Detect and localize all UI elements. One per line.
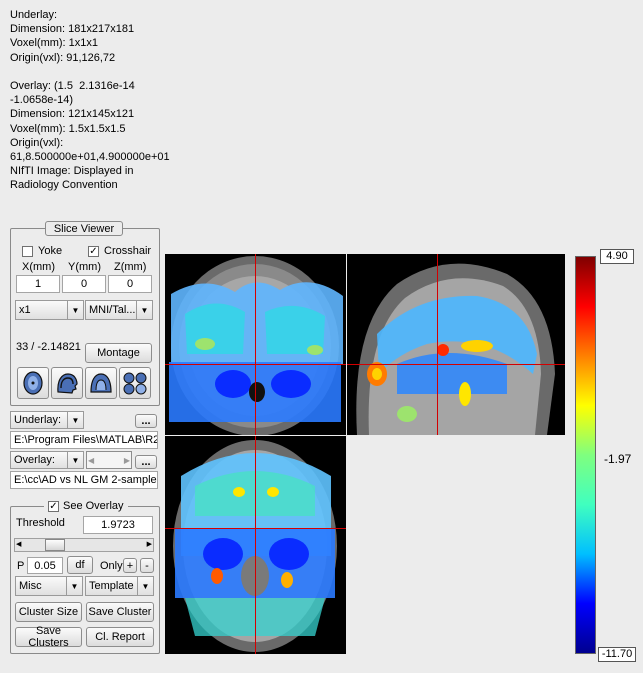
- sagittal-slice-view[interactable]: [347, 254, 565, 435]
- only-label: Only: [100, 560, 123, 572]
- x-mm-label: X(mm): [22, 261, 55, 273]
- chevron-down-icon: ▼: [67, 452, 83, 468]
- info-line: [10, 65, 170, 79]
- crosshair-label: Crosshair: [104, 245, 152, 257]
- chevron-right-icon[interactable]: ▶: [147, 540, 152, 548]
- sagittal-view-button[interactable]: [51, 367, 83, 399]
- info-line: Dimension: 121x145x121: [10, 108, 135, 121]
- template-value: Template: [89, 580, 134, 592]
- misc-dropdown[interactable]: Misc ▼: [15, 576, 83, 596]
- coronal-head-icon: [90, 373, 112, 393]
- underlay-dropdown[interactable]: Underlay: ▼: [10, 411, 84, 429]
- underlay-browse-button[interactable]: ...: [135, 414, 157, 428]
- chevron-down-icon: ▼: [67, 301, 83, 319]
- z-coordinate-input[interactable]: 0: [108, 275, 152, 293]
- p-label: P: [17, 560, 25, 572]
- coronal-view-button[interactable]: [85, 367, 117, 399]
- zoom-value: x1: [19, 304, 31, 316]
- y-mm-label: Y(mm): [68, 261, 101, 273]
- info-line: NIfTI Image: Displayed in: [10, 165, 134, 178]
- info-line: Underlay:: [10, 9, 58, 21]
- cluster-report-button[interactable]: Cl. Report: [86, 627, 154, 647]
- sagittal-head-icon: [57, 373, 78, 394]
- chevron-left-icon[interactable]: ◀: [16, 540, 21, 548]
- overlay-dropdown[interactable]: Overlay: ▼: [10, 451, 84, 469]
- info-line: Overlay: (1.5 2.1316e-14: [10, 79, 135, 92]
- zoom-dropdown[interactable]: x1 ▼: [15, 300, 84, 320]
- crosshair-vertical: [255, 436, 256, 654]
- colorbar-max-label: 4.90: [600, 249, 634, 264]
- underlay-path-field[interactable]: E:\Program Files\MATLAB\R20: [10, 431, 158, 449]
- minus-button[interactable]: -: [140, 558, 154, 573]
- template-dropdown[interactable]: Template ▼: [85, 576, 154, 596]
- y-coordinate-input[interactable]: 0: [62, 275, 106, 293]
- info-line: Origin(vxl): 91,126,72: [10, 51, 116, 64]
- overlay-path-field[interactable]: E:\cc\AD vs NL GM 2-sample t: [10, 471, 158, 489]
- crosshair-horizontal: [347, 364, 565, 365]
- yoke-label: Yoke: [38, 245, 63, 257]
- threshold-input[interactable]: 1.9723: [83, 516, 153, 534]
- chevron-right-icon[interactable]: ▶: [124, 456, 130, 465]
- image-info-text: Underlay: Dimension: 181x217x181 Voxel(mm)…: [10, 8, 170, 192]
- save-clusters-button[interactable]: Save Clusters: [15, 625, 82, 649]
- overlay-label: Overlay:: [14, 454, 55, 466]
- slice-viewer-title: Slice Viewer: [45, 221, 123, 236]
- underlay-label: Underlay:: [14, 414, 62, 426]
- crosshair-vertical: [255, 254, 256, 435]
- three-view-button[interactable]: [119, 367, 151, 399]
- info-line: Radiology Convention: [10, 179, 118, 192]
- chevron-down-icon: ▼: [67, 412, 83, 428]
- info-line: Voxel(mm): 1.5x1.5x1.5: [10, 122, 126, 135]
- axial-view-button[interactable]: [17, 367, 49, 399]
- plus-button[interactable]: +: [123, 558, 137, 573]
- three-view-head-icon: [123, 372, 147, 395]
- chevron-down-icon: ▼: [136, 301, 152, 319]
- info-line: Dimension: 181x217x181: [10, 23, 135, 36]
- coronal-slice-view[interactable]: [165, 436, 346, 654]
- cluster-size-button[interactable]: Cluster Size: [15, 602, 82, 622]
- crosshair-vertical: [437, 254, 438, 435]
- crosshair-checkbox[interactable]: ✓: [88, 246, 99, 257]
- slider-thumb[interactable]: [45, 539, 65, 551]
- chevron-left-icon[interactable]: ◀: [88, 456, 94, 465]
- p-value-input[interactable]: 0.05: [27, 557, 63, 574]
- space-value: MNI/Tal...: [89, 304, 136, 316]
- chevron-down-icon: ▼: [137, 577, 153, 595]
- df-button[interactable]: df: [67, 556, 93, 574]
- info-line: 61,8.500000e+01,4.900000e+01: [10, 150, 170, 163]
- chevron-down-icon: ▼: [66, 577, 82, 595]
- space-dropdown[interactable]: MNI/Tal... ▼: [85, 300, 153, 320]
- axial-head-icon: [23, 371, 43, 395]
- colorbar-mid-label: -1.97: [604, 452, 632, 466]
- misc-value: Misc: [19, 580, 42, 592]
- overlay-browse-button[interactable]: ...: [135, 455, 157, 469]
- crosshair-horizontal: [165, 364, 346, 365]
- info-line: Voxel(mm): 1x1x1: [10, 37, 99, 50]
- z-mm-label: Z(mm): [114, 261, 147, 273]
- info-line: -1.0658e-14): [10, 94, 73, 107]
- overlay-spinner[interactable]: ◀ ▶: [86, 451, 132, 469]
- threshold-slider[interactable]: ◀ ▶: [14, 538, 154, 552]
- montage-button[interactable]: Montage: [85, 343, 152, 363]
- x-coordinate-input[interactable]: 1: [16, 275, 60, 293]
- info-line: Origin(vxl):: [10, 136, 64, 149]
- colorbar-min-label: -11.70: [598, 647, 636, 662]
- yoke-checkbox[interactable]: [22, 246, 33, 257]
- see-overlay-label: See Overlay: [63, 500, 124, 512]
- voxel-value-readout: 33 / -2.14821: [16, 341, 81, 353]
- see-overlay-checkbox[interactable]: ✓: [48, 501, 59, 512]
- crosshair-horizontal: [165, 528, 346, 529]
- save-cluster-button[interactable]: Save Cluster: [86, 602, 154, 622]
- threshold-label: Threshold: [16, 517, 65, 529]
- axial-slice-view[interactable]: [165, 254, 346, 435]
- colorbar: [575, 256, 596, 654]
